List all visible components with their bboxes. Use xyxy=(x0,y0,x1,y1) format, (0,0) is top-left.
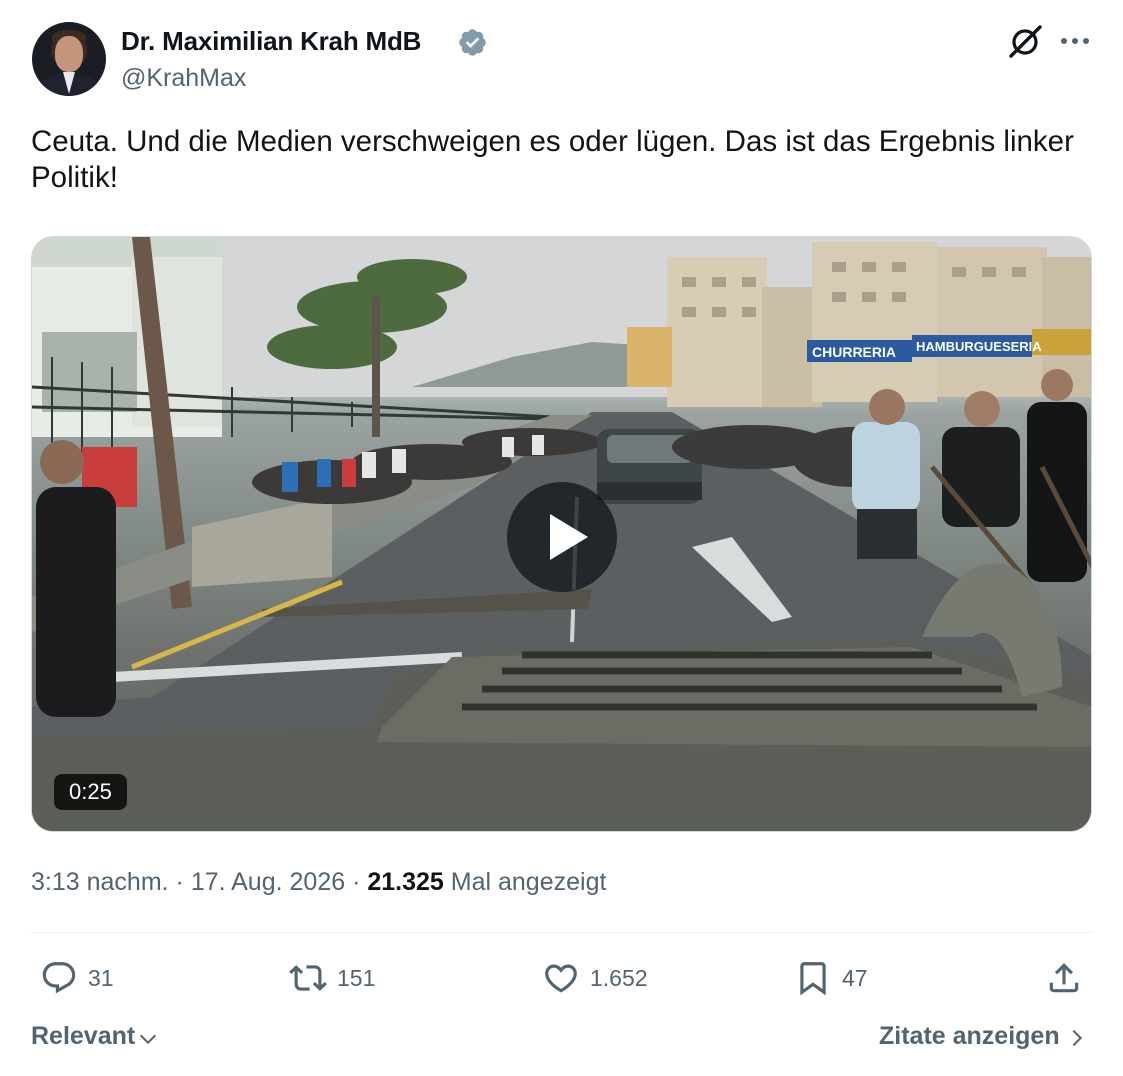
share-button[interactable] xyxy=(1045,957,1093,999)
reply-count: 31 xyxy=(88,964,114,991)
share-icon xyxy=(1049,963,1079,993)
meta-separator: · xyxy=(345,868,368,896)
bookmark-button[interactable]: 47 xyxy=(794,957,868,999)
chevron-right-icon xyxy=(1072,1029,1082,1046)
tweet-date[interactable]: 17. Aug. 2026 xyxy=(191,868,345,896)
sort-label: Relevant xyxy=(31,1022,136,1050)
author-name[interactable]: Dr. Maximilian Krah MdB xyxy=(121,26,421,57)
video-player[interactable]: CHURRERIA HAMBURGUESERIA 0:25 xyxy=(31,236,1092,832)
quotes-link[interactable]: Zitate anzeigen xyxy=(879,1022,1088,1051)
bookmark-count: 47 xyxy=(842,964,868,991)
repost-button[interactable]: 151 xyxy=(289,957,375,999)
view-count: 21.325 xyxy=(367,868,444,896)
repost-icon xyxy=(289,965,327,991)
play-button[interactable] xyxy=(507,482,617,592)
divider xyxy=(31,932,1092,933)
tweet-time[interactable]: 3:13 nachm. xyxy=(31,868,169,896)
quotes-label: Zitate anzeigen xyxy=(879,1022,1060,1050)
tweet-text: Ceuta. Und die Medien verschweigen es od… xyxy=(31,125,1074,194)
video-duration: 0:25 xyxy=(54,774,127,810)
views-label: Mal angezeigt xyxy=(450,868,607,896)
like-button[interactable]: 1.652 xyxy=(542,957,648,999)
avatar[interactable] xyxy=(32,22,106,96)
repost-count: 151 xyxy=(337,964,376,991)
heart-icon xyxy=(545,964,577,993)
sort-dropdown[interactable]: Relevant xyxy=(31,1022,159,1051)
sign-churreria: CHURRERIA xyxy=(812,344,896,360)
sign-hamburgueseria: HAMBURGUESERIA xyxy=(916,339,1042,354)
like-count: 1.652 xyxy=(590,964,648,991)
more-icon[interactable] xyxy=(1058,28,1092,54)
chevron-down-icon xyxy=(140,1034,157,1044)
reply-button[interactable]: 31 xyxy=(40,957,114,999)
tweet-meta: 3:13 nachm. · 17. Aug. 2026 · 21.325 Mal… xyxy=(31,868,606,897)
meta-separator: · xyxy=(168,868,191,896)
verified-badge-icon xyxy=(459,29,486,56)
author-handle[interactable]: @KrahMax xyxy=(121,64,246,93)
bookmark-icon xyxy=(800,962,826,996)
grok-icon[interactable] xyxy=(1006,24,1044,60)
reply-icon xyxy=(42,962,76,994)
